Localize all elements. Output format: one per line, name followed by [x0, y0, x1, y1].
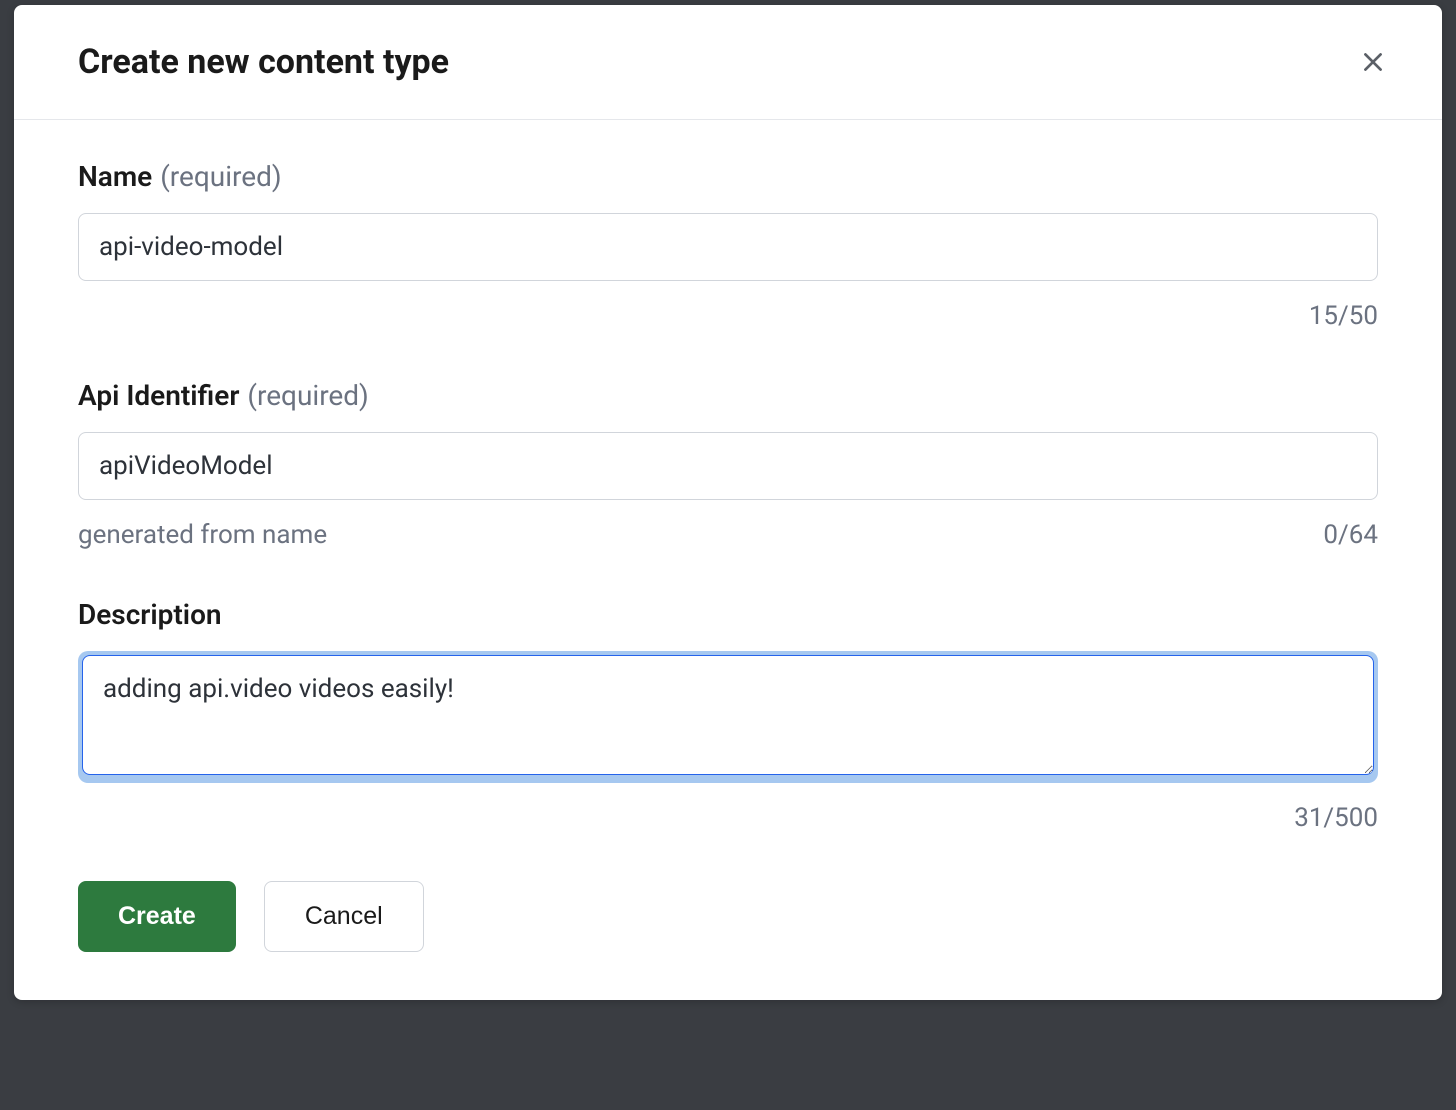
description-char-count: 31/500	[1294, 803, 1378, 833]
api-identifier-helper-row: generated from name 0/64	[78, 520, 1378, 550]
description-focus-ring	[78, 651, 1378, 783]
modal-header: Create new content type	[14, 5, 1442, 120]
name-helper-row: 15/50	[78, 301, 1378, 331]
modal-title: Create new content type	[78, 42, 449, 82]
modal-button-row: Create Cancel	[78, 881, 1378, 952]
api-identifier-helper-text: generated from name	[78, 520, 327, 550]
description-field-group: Description 31/500	[78, 598, 1378, 833]
name-input[interactable]	[78, 213, 1378, 281]
create-button[interactable]: Create	[78, 881, 236, 952]
create-content-type-modal: Create new content type Name (required) …	[14, 5, 1442, 1000]
api-identifier-label: Api Identifier	[78, 379, 239, 412]
cancel-button[interactable]: Cancel	[264, 881, 424, 952]
name-field-group: Name (required) 15/50	[78, 160, 1378, 331]
name-char-count: 15/50	[1309, 301, 1378, 331]
description-label: Description	[78, 598, 222, 631]
name-label: Name	[78, 160, 152, 193]
api-identifier-input[interactable]	[78, 432, 1378, 500]
description-helper-row: 31/500	[78, 803, 1378, 833]
close-icon	[1360, 49, 1386, 75]
api-identifier-field-group: Api Identifier (required) generated from…	[78, 379, 1378, 550]
description-input[interactable]	[82, 655, 1374, 775]
name-required-hint: (required)	[160, 160, 281, 193]
api-identifier-required-hint: (required)	[247, 379, 368, 412]
close-button[interactable]	[1352, 41, 1394, 83]
api-identifier-char-count: 0/64	[1323, 520, 1378, 550]
modal-body: Name (required) 15/50 Api Identifier (re…	[14, 120, 1442, 1000]
